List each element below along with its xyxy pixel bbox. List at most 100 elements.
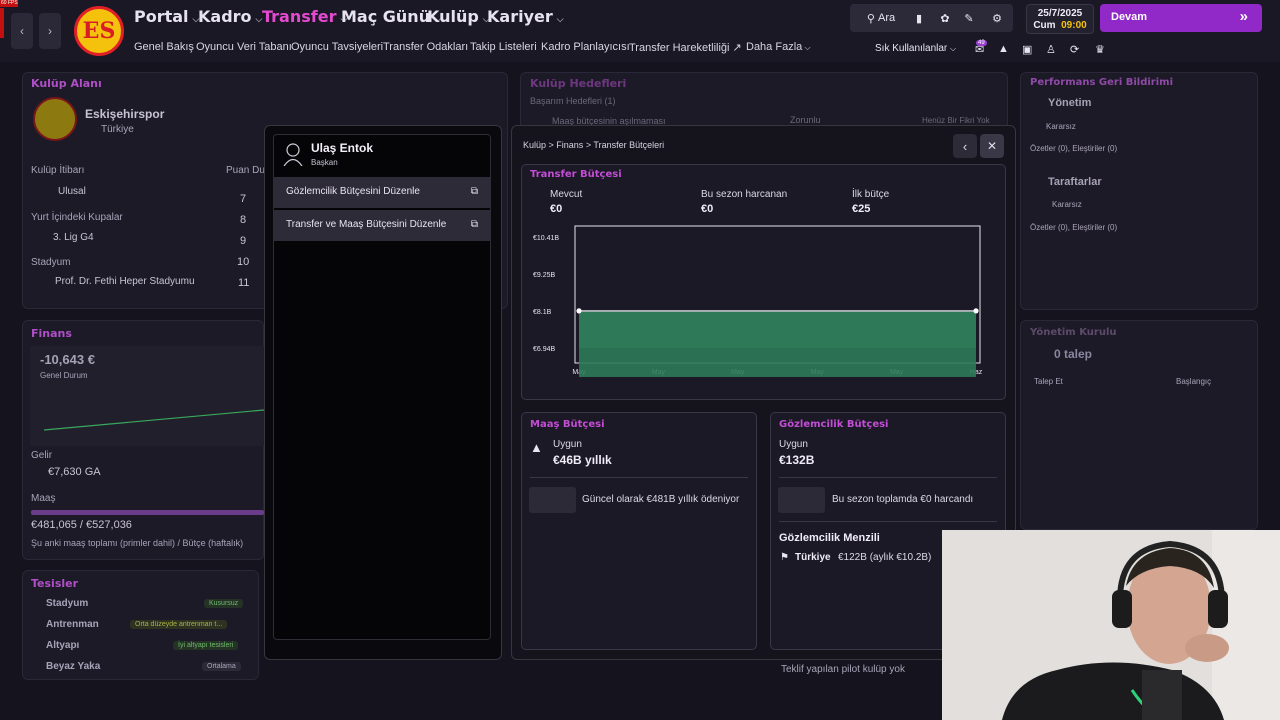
- breadcrumb-item[interactable]: Kulüp: [523, 140, 546, 150]
- club-logo[interactable]: ES: [74, 6, 124, 56]
- points-value: 10: [237, 256, 250, 268]
- goal-note: Henüz Bir Fikri Yok: [922, 116, 990, 125]
- external-link-icon: ↗: [732, 42, 742, 54]
- points-value: 8: [240, 214, 247, 226]
- transfer-budget-title: Transfer Bütçesi: [530, 169, 622, 180]
- subnav-genel-bakis[interactable]: Genel Bakış: [134, 41, 194, 53]
- gear-icon[interactable]: ⚙: [984, 4, 1010, 32]
- stat-label: İlk bütçe: [852, 189, 890, 200]
- close-icon[interactable]: ✕: [980, 134, 1004, 158]
- flag-icon: ⚑: [780, 552, 789, 563]
- balance-value: -10,643 €: [40, 352, 95, 367]
- game-date[interactable]: 25/7/2025 Cum 09:00: [1026, 4, 1094, 34]
- facility-name: Stadyum: [46, 598, 89, 609]
- club-area-title: Kulüp Alanı: [31, 77, 102, 90]
- scouting-budget-amount: €132B: [779, 453, 815, 467]
- fans-meta: Özetler (0), Eleştiriler (0): [1030, 223, 1118, 232]
- board-meta: Özetler (0), Eleştiriler (0): [1030, 144, 1118, 153]
- scouting-budget-note: Bu sezon toplamda €0 harcandı: [832, 494, 974, 505]
- board-label: Yönetim: [1048, 97, 1092, 109]
- nav-portal[interactable]: Portal ⌵: [134, 7, 199, 26]
- stat-value: €0: [701, 203, 714, 215]
- facility-value: Ortalama: [202, 662, 241, 671]
- refresh-icon[interactable]: ⟳: [1070, 43, 1079, 56]
- scouting-range-title: Gözlemcilik Menzili: [779, 532, 880, 544]
- requests-col-1: Talep Et: [1034, 377, 1063, 386]
- data-point: [576, 308, 582, 314]
- stadium-value: Prof. Dr. Fethi Heper Stadyumu: [55, 276, 195, 287]
- nav-kulup[interactable]: Kulüp ⌵: [427, 7, 490, 26]
- subnav-takip-listeleri[interactable]: Takip Listeleri: [470, 41, 537, 53]
- stat-value: €25: [852, 203, 871, 215]
- person-role: Başkan: [311, 158, 338, 167]
- pilot-note: Teklif yapılan pilot kulüp yok: [781, 664, 905, 675]
- points-value: 9: [240, 235, 247, 247]
- y-tick-label: €10.41B: [533, 235, 559, 242]
- continue-button[interactable]: Devam»: [1100, 4, 1262, 32]
- reputation-label: Kulüp İtibarı: [31, 165, 85, 176]
- divider: [530, 477, 748, 478]
- breadcrumb-item: Transfer Bütçeleri: [593, 140, 665, 150]
- y-tick-label: €9.25B: [533, 272, 556, 279]
- nav-transfer[interactable]: Transfer ⌵: [262, 7, 347, 26]
- search-button[interactable]: ⚲ Ara: [858, 4, 904, 32]
- person-name: Ulaş Entok: [311, 141, 374, 155]
- committee-title: Yönetim Kurulu: [1030, 327, 1117, 338]
- trophy-icon[interactable]: ♛: [1095, 43, 1105, 56]
- subnav-kadro-planlayicisi[interactable]: Kadro Planlayıcısı: [541, 41, 630, 53]
- club-name: Eskişehirspor: [85, 107, 165, 121]
- feedback-title: Performans Geri Bildirimi: [1030, 77, 1174, 88]
- subnav-transfer-odaklari[interactable]: Transfer Odakları: [383, 41, 468, 53]
- goals-sub: Başarım Hedefleri (1): [530, 96, 616, 106]
- scouting-budget-status: Uygun: [779, 439, 808, 450]
- fans-status: Kararsız: [1052, 200, 1082, 209]
- y-tick-label: €6.94B: [533, 346, 556, 353]
- board-status: Kararsız: [1046, 122, 1076, 131]
- breadcrumb: Kulüp > Finans > Transfer Bütçeleri: [523, 140, 665, 150]
- subnav-transfer-hareketliligi[interactable]: Transfer Hareketliliği ↗: [629, 41, 742, 54]
- stat-label: Mevcut: [550, 189, 583, 200]
- subnav-daha-fazla[interactable]: Daha Fazla ⌵: [746, 41, 811, 53]
- facility-name: Antrenman: [46, 619, 99, 630]
- nav-mac-gunu[interactable]: Maç Günü ⌵: [341, 7, 441, 26]
- wage-label: Maaş: [31, 493, 56, 504]
- shirt-icon[interactable]: ▲: [998, 43, 1009, 55]
- edit-transfer-wage-budget-item[interactable]: Transfer ve Maaş Bütçesini Düzenle ⧉: [274, 210, 490, 241]
- scouting-budget-title: Gözlemcilik Bütçesi: [779, 419, 889, 430]
- breadcrumb-item[interactable]: Finans: [556, 140, 583, 150]
- pencil-icon[interactable]: ✎: [956, 4, 982, 32]
- shortcuts-dropdown[interactable]: Sık Kullanılanlar ⌵: [875, 43, 956, 54]
- forward-button[interactable]: ›: [39, 13, 61, 49]
- staff-icon[interactable]: ♙: [1046, 43, 1056, 56]
- points-label: Puan Du: [226, 165, 265, 176]
- stadium-label: Stadyum: [31, 257, 71, 268]
- goal-status: Zorunlu: [790, 115, 821, 125]
- bookmark-icon[interactable]: ▮: [906, 4, 932, 32]
- facilities-title: Tesisler: [31, 577, 79, 590]
- back-icon[interactable]: ‹: [953, 134, 977, 158]
- divider: [779, 477, 997, 478]
- back-button[interactable]: ‹: [11, 13, 33, 49]
- reputation-value: Ulusal: [58, 186, 86, 197]
- requests-col-2: Başlangıç: [1176, 377, 1212, 386]
- double-chevron-icon: »: [1239, 8, 1248, 25]
- subnav-oyuncu-tavsiyeleri[interactable]: Oyuncu Tavsiyeleri: [291, 41, 383, 53]
- club-crest: [33, 97, 77, 141]
- balance-label: Genel Durum: [40, 371, 88, 380]
- nav-kadro[interactable]: Kadro ⌵: [198, 7, 262, 26]
- recording-indicator: [0, 8, 4, 38]
- blurred-graphic: [529, 487, 576, 513]
- edit-scouting-budget-item[interactable]: Gözlemcilik Bütçesini Düzenle ⧉: [274, 177, 490, 208]
- brain-icon[interactable]: ✿: [932, 4, 958, 32]
- points-value: 11: [238, 277, 250, 289]
- scouting-range-country: Türkiye: [795, 552, 831, 563]
- nav-kariyer[interactable]: Kariyer ⌵: [487, 7, 564, 26]
- requests-value: 0 talep: [1054, 347, 1093, 361]
- wage-note: Şu anki maaş toplamı (primler dahil) / B…: [31, 538, 244, 548]
- points-value: 7: [240, 193, 247, 205]
- finance-title: Finans: [31, 327, 72, 340]
- facility-name: Altyapı: [46, 640, 80, 651]
- clipboard-icon[interactable]: ▣: [1022, 43, 1032, 56]
- scouting-range-value: €122B (aylık €10.2B): [838, 552, 932, 563]
- subnav-oyuncu-veri-tabani[interactable]: Oyuncu Veri Tabanı: [196, 41, 292, 53]
